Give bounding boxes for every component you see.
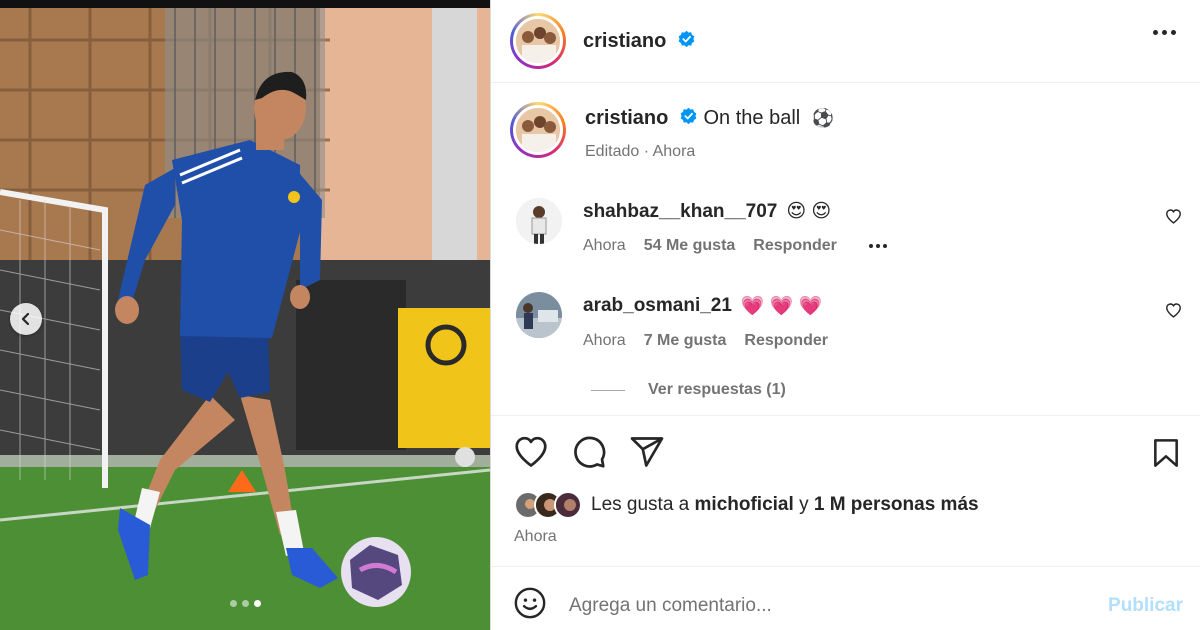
- comment-input[interactable]: [569, 594, 1089, 617]
- comment-like-heart-icon[interactable]: [1165, 302, 1182, 319]
- reply-button[interactable]: Responder: [753, 237, 837, 255]
- publish-button[interactable]: Publicar: [1108, 595, 1183, 617]
- comment-item: arab_osmani_21 💗 💗 💗 Ahora 7 Me gusta Re…: [510, 292, 1182, 350]
- carousel-prev-button[interactable]: [10, 303, 42, 335]
- liker-avatar: [554, 491, 582, 519]
- post-header: cristiano: [491, 0, 1200, 83]
- pink-heart-emoji: 💗 💗 💗: [740, 296, 823, 317]
- share-button[interactable]: [629, 434, 665, 475]
- view-replies-button[interactable]: Ver respuestas (1): [591, 381, 786, 399]
- carousel-dot: [229, 600, 237, 607]
- post-caption: cristiano On the ball ⚽ Editado · Ahora: [510, 102, 834, 161]
- likes-count[interactable]: 1 M personas más: [814, 494, 979, 516]
- caption-author-avatar[interactable]: [510, 102, 566, 158]
- divider: [491, 566, 1200, 567]
- carousel-dot: [241, 600, 249, 607]
- heart-eyes-emoji: 😍 😍: [786, 201, 832, 222]
- like-button[interactable]: [513, 434, 549, 475]
- emoji-picker-button[interactable]: [513, 586, 547, 625]
- liker-username[interactable]: michoficial: [695, 494, 794, 516]
- likes-summary: Les gusta a michoficial y 1 M personas m…: [514, 491, 979, 519]
- view-replies-text[interactable]: Ver respuestas (1): [648, 381, 786, 399]
- commenter-avatar[interactable]: [516, 198, 562, 244]
- more-horizontal-icon: [1153, 30, 1158, 35]
- liker-avatars[interactable]: [514, 491, 582, 519]
- verified-badge-icon: [680, 107, 697, 125]
- caption-username[interactable]: cristiano: [585, 107, 668, 129]
- likes-conjunction: y: [799, 494, 809, 515]
- avatar-image: [516, 19, 560, 63]
- divider: [491, 415, 1200, 416]
- reply-button[interactable]: Responder: [744, 332, 828, 350]
- share-icon: [630, 437, 664, 467]
- action-bar: [513, 434, 665, 475]
- soccer-ball-emoji: ⚽: [811, 108, 835, 128]
- comment-more-button[interactable]: [868, 244, 887, 248]
- comment-username[interactable]: arab_osmani_21: [583, 295, 732, 317]
- avatar-image: [516, 292, 562, 338]
- comment-likes[interactable]: 7 Me gusta: [644, 332, 727, 350]
- comment-button[interactable]: [571, 434, 607, 475]
- author-avatar[interactable]: [510, 13, 566, 69]
- caption-text: On the ball: [703, 107, 801, 129]
- training-photo: [0, 0, 490, 630]
- comment-like-heart-icon[interactable]: [1165, 208, 1182, 225]
- avatar-image: [516, 198, 562, 244]
- instagram-post: cristiano cristiano On the ball ⚽ Editad…: [0, 0, 1200, 630]
- more-options-button[interactable]: [1153, 30, 1176, 35]
- comment-likes[interactable]: 54 Me gusta: [644, 237, 736, 255]
- likes-prefix: Les gusta a: [591, 494, 690, 515]
- caption-meta: Editado · Ahora: [585, 143, 696, 160]
- carousel-dot-active: [253, 600, 261, 607]
- carousel-indicator: [0, 600, 490, 607]
- chevron-left-icon: [21, 312, 30, 326]
- verified-badge-icon: [678, 30, 695, 47]
- save-button[interactable]: [1150, 436, 1182, 475]
- bookmark-icon: [1154, 439, 1178, 467]
- comment-time: Ahora: [583, 237, 626, 254]
- comment-item: shahbaz__khan__707 😍 😍 Ahora 54 Me gusta…: [510, 198, 1182, 255]
- author-username-text[interactable]: cristiano: [583, 30, 666, 52]
- comment-icon: [574, 436, 606, 468]
- author-username[interactable]: cristiano: [583, 30, 696, 53]
- add-comment-bar: Publicar: [513, 586, 1183, 625]
- commenter-avatar[interactable]: [516, 292, 562, 338]
- post-timestamp: Ahora: [514, 528, 557, 545]
- post-side-panel: cristiano cristiano On the ball ⚽ Editad…: [490, 0, 1200, 630]
- post-photo[interactable]: [0, 0, 490, 630]
- comment-username[interactable]: shahbaz__khan__707: [583, 201, 777, 223]
- avatar-image: [516, 108, 560, 152]
- comment-time: Ahora: [583, 332, 626, 349]
- more-horizontal-icon: [868, 244, 873, 248]
- smiley-icon: [514, 587, 546, 619]
- replies-divider: [591, 389, 625, 391]
- heart-icon: [515, 436, 547, 467]
